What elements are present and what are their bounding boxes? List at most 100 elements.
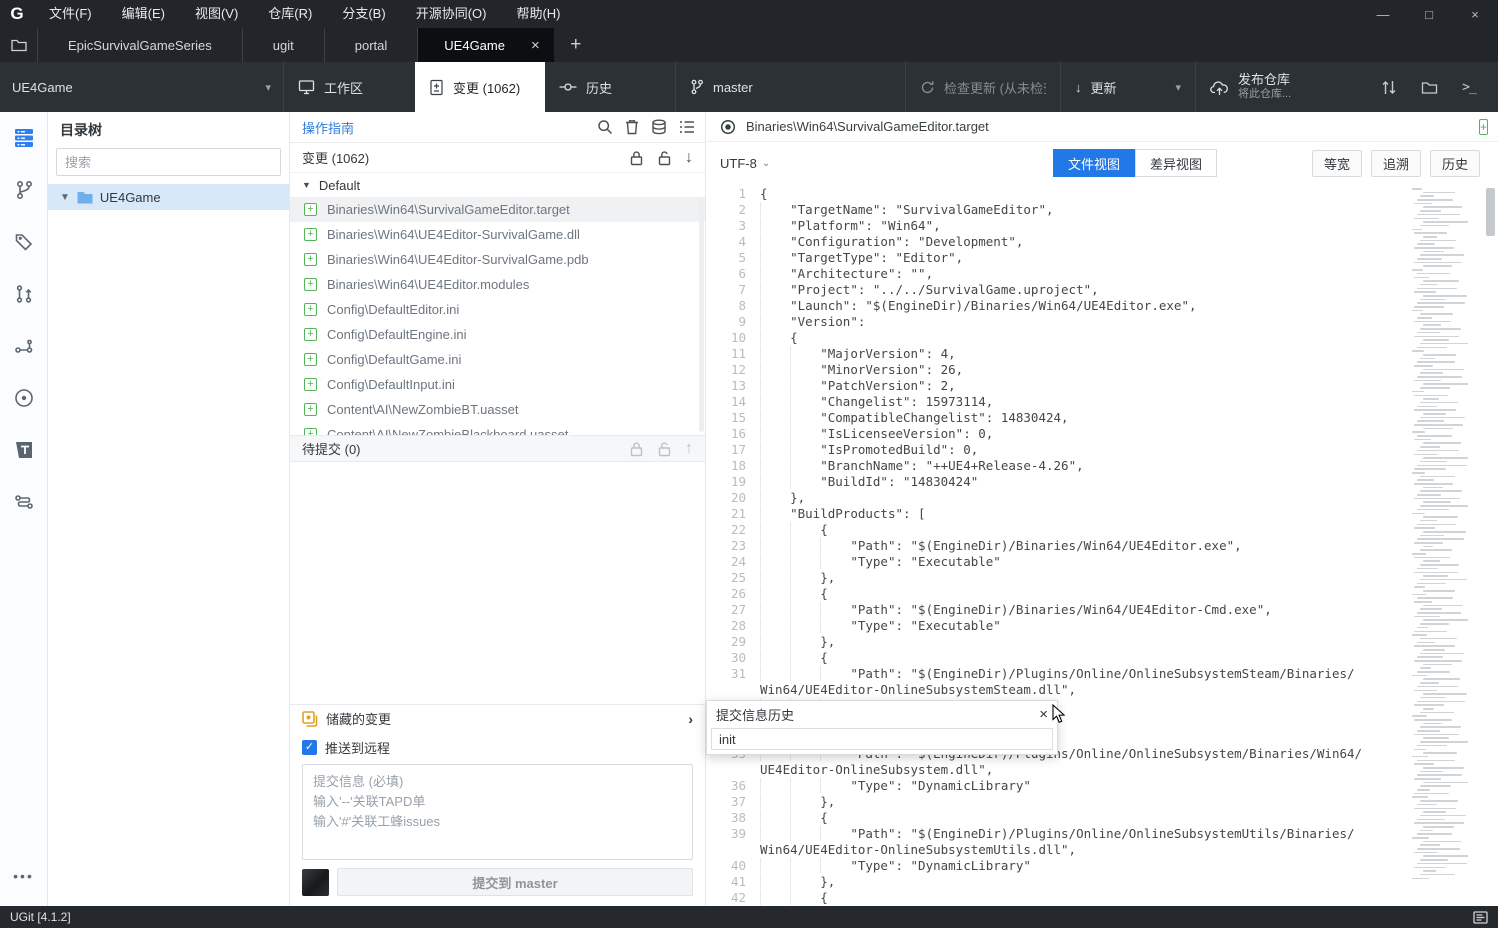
minimap-line — [1412, 796, 1429, 799]
sidebar-item-pull-requests[interactable] — [12, 282, 36, 306]
open-folder-button[interactable] — [1416, 74, 1442, 100]
changed-file-row[interactable]: + Binaries\Win64\UE4Editor-SurvivalGame.p… — [290, 247, 705, 272]
line-number: 4 — [738, 234, 746, 249]
tree-node-root[interactable]: ▼ UE4Game — [48, 184, 289, 210]
sidebar-item-tags[interactable] — [12, 230, 36, 254]
publish-repo-button[interactable]: 发布仓库 将此仓库... — [1195, 62, 1345, 112]
changed-file-row[interactable]: + Config\DefaultEngine.ini — [290, 322, 705, 347]
history-tab[interactable]: 历史 — [545, 62, 675, 112]
encoding-select[interactable]: UTF-8 ⌄ — [720, 156, 770, 171]
window-minimize-button[interactable]: — — [1360, 0, 1406, 28]
code-line: 16 "IsLicenseeVersion": 0, — [706, 426, 1498, 442]
commit-button[interactable]: 提交到 master — [337, 868, 693, 896]
cloud-upload-icon — [1210, 79, 1229, 96]
window-maximize-button[interactable]: □ — [1406, 0, 1452, 28]
new-tab-button[interactable]: + — [554, 28, 598, 62]
repo-tab[interactable]: ugit — [243, 28, 325, 62]
changed-file-row[interactable]: + Binaries\Win64\UE4Editor-SurvivalGame.d… — [290, 222, 705, 247]
menu-item[interactable]: 帮助(H) — [501, 0, 575, 28]
sidebar-more-button[interactable]: ••• — [13, 868, 34, 884]
tab-close-icon[interactable]: × — [531, 37, 540, 54]
viewer-scrollbar[interactable] — [1486, 188, 1495, 904]
commit-message-input[interactable]: 提交信息 (必填) 输入'--'关联TAPD单 输入'#'关联工蜂issues — [302, 764, 693, 860]
sidebar-item-pipelines[interactable] — [12, 490, 36, 514]
changed-file-row[interactable]: + Binaries\Win64\SurvivalGameEditor.targe… — [290, 197, 705, 222]
repo-selector[interactable]: UE4Game ▾ — [0, 62, 283, 112]
stage-file-button[interactable]: + — [1478, 119, 1488, 135]
minimap-line — [1419, 667, 1432, 669]
minimap-line — [1414, 409, 1456, 411]
minimap-line — [1414, 689, 1437, 692]
push-to-remote-checkbox[interactable]: ✓ — [302, 739, 317, 755]
changed-file-row[interactable]: + Content\AI\NewZombieBlackboard.uasset — [290, 422, 705, 435]
repo-tab[interactable]: EpicSurvivalGameSeries — [38, 28, 243, 62]
triangle-down-icon[interactable]: ▼ — [302, 180, 311, 190]
sidebar-item-tapd[interactable] — [12, 438, 36, 462]
operation-guide-link[interactable]: 操作指南 — [302, 118, 354, 137]
line-number: 40 — [730, 858, 746, 873]
search-icon[interactable] — [597, 119, 613, 135]
scrollbar-thumb[interactable] — [1486, 188, 1495, 236]
stash-stack-icon[interactable] — [651, 119, 667, 135]
changed-file-row[interactable]: + Config\DefaultInput.ini — [290, 372, 705, 397]
repo-tab-active[interactable]: UE4Game × — [418, 28, 554, 62]
lock-icon-disabled — [629, 441, 644, 457]
sidebar-item-branches[interactable] — [12, 178, 36, 202]
view-mode-list-icon[interactable] — [679, 120, 695, 134]
branch-selector[interactable]: master — [675, 62, 905, 112]
workspace-tab[interactable]: 工作区 — [283, 62, 415, 112]
menu-item[interactable]: 视图(V) — [180, 0, 253, 28]
changes-tab[interactable]: 变更 (1062) — [415, 62, 545, 112]
chevron-down-icon[interactable]: ▼ — [60, 192, 70, 203]
lock-icon[interactable] — [629, 150, 644, 166]
repo-tab-bar: EpicSurvivalGameSeries ugit portal UE4Game… — [0, 28, 1498, 62]
stashed-changes-row[interactable]: 储藏的变更 › — [290, 704, 705, 732]
window-close-button[interactable]: × — [1452, 0, 1498, 28]
repo-list-button[interactable] — [0, 28, 38, 62]
sidebar-item-merge-requests[interactable] — [12, 334, 36, 358]
minimap-line — [1412, 309, 1424, 312]
code-text: "Launch": "$(EngineDir)/Binaries/Win64/U… — [760, 298, 1197, 314]
changed-file-row[interactable]: + Content\AI\NewZombieBT.uasset — [290, 397, 705, 422]
minimap-line — [1422, 530, 1466, 533]
log-panel-button[interactable] — [1473, 910, 1488, 924]
discard-trash-icon[interactable] — [625, 119, 639, 135]
menu-item[interactable]: 分支(B) — [327, 0, 400, 28]
sync-branches-button[interactable] — [1376, 74, 1402, 100]
code-text: "Version": — [760, 314, 865, 330]
check-updates-button[interactable]: 检查更新 (从未检查...) — [905, 62, 1060, 112]
diff-view-tab[interactable]: 差异视图 — [1135, 149, 1218, 177]
repo-tab[interactable]: portal — [325, 28, 419, 62]
file-list-scrollbar[interactable] — [699, 197, 704, 432]
unlock-icon[interactable] — [657, 150, 672, 166]
changed-file-row[interactable]: + Binaries\Win64\UE4Editor.modules — [290, 272, 705, 297]
update-caret-icon[interactable]: ▾ — [1175, 81, 1181, 94]
file-path-label: Binaries\Win64\SurvivalGameEditor.target — [327, 202, 570, 217]
changed-file-row[interactable]: + Config\DefaultEditor.ini — [290, 297, 705, 322]
move-down-icon[interactable]: ↓ — [685, 149, 693, 167]
menu-item[interactable]: 文件(F) — [34, 0, 107, 28]
file-history-button[interactable]: 历史 — [1429, 149, 1480, 177]
code-text: "Changelist": 15973114, — [760, 394, 993, 410]
change-group-row[interactable]: ▼ Default — [290, 173, 705, 197]
history-item[interactable]: init — [711, 728, 1053, 750]
file-view-tab[interactable]: 文件视图 — [1053, 149, 1136, 177]
sidebar-item-repositories[interactable] — [12, 126, 36, 150]
update-button[interactable]: ↓ 更新 ▾ — [1060, 62, 1195, 112]
monospace-button[interactable]: 等宽 — [1311, 149, 1362, 177]
minimap-line — [1422, 545, 1433, 548]
menu-item[interactable]: 仓库(R) — [253, 0, 327, 28]
tree-search-input[interactable] — [56, 148, 281, 176]
sidebar-item-issues[interactable] — [12, 386, 36, 410]
minimap-line — [1422, 707, 1435, 710]
code-minimap[interactable] — [1412, 188, 1468, 904]
chevron-right-icon[interactable]: › — [688, 711, 693, 727]
menu-item[interactable]: 开源协同(O) — [401, 0, 502, 28]
minimap-line — [1414, 438, 1431, 441]
blame-button[interactable]: 追溯 — [1370, 149, 1421, 177]
code-content[interactable]: 1{2 "TargetName": "SurvivalGameEditor", 3… — [706, 184, 1498, 906]
terminal-button[interactable]: >_ — [1456, 74, 1482, 100]
changed-file-row[interactable]: + Config\DefaultGame.ini — [290, 347, 705, 372]
close-icon[interactable]: × — [1039, 706, 1048, 723]
menu-item[interactable]: 编辑(E) — [107, 0, 180, 28]
